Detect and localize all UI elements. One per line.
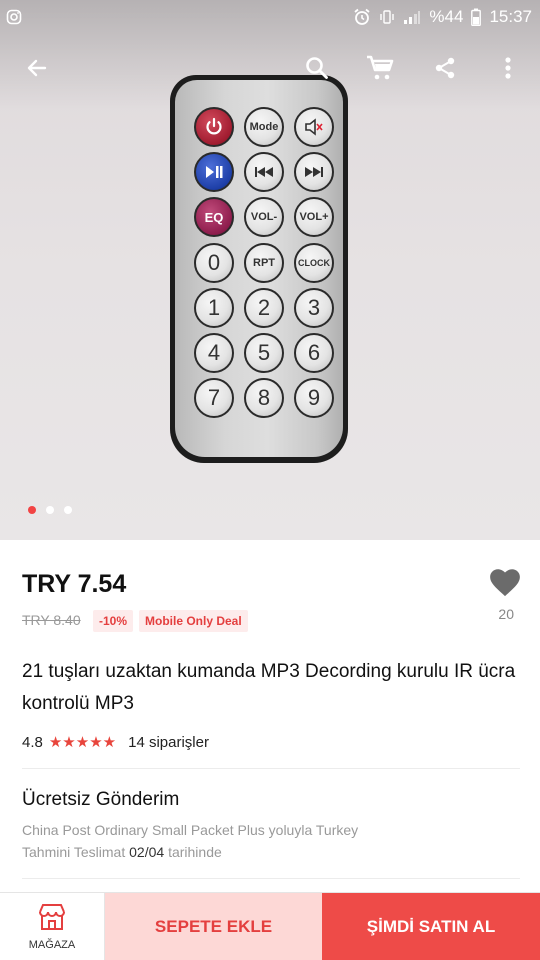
back-arrow-icon[interactable] bbox=[19, 50, 55, 86]
gallery-dot[interactable] bbox=[64, 506, 72, 514]
buy-now-button[interactable]: ŞİMDİ SATIN AL bbox=[322, 893, 540, 960]
eta-prefix: Tahmini Teslimat bbox=[22, 844, 126, 860]
remote-7-graphic: 7 bbox=[194, 378, 234, 418]
share-icon[interactable] bbox=[427, 50, 463, 86]
eta-suffix: tarihinde bbox=[168, 844, 222, 860]
remote-5-graphic: 5 bbox=[244, 333, 284, 373]
remote-vol-up-graphic: VOL+ bbox=[294, 197, 334, 237]
vibrate-icon bbox=[379, 9, 395, 25]
remote-1-graphic: 1 bbox=[194, 288, 234, 328]
remote-clock-graphic: CLOCK bbox=[294, 243, 334, 283]
rating-stars-icon: ★★★★★ bbox=[48, 734, 117, 751]
eta-date: 02/04 bbox=[129, 844, 165, 860]
remote-2-graphic: 2 bbox=[244, 288, 284, 328]
clock-time: 15:37 bbox=[489, 7, 532, 26]
remote-eq-graphic: EQ bbox=[194, 197, 234, 237]
wishlist-count: 20 bbox=[498, 606, 514, 622]
search-icon[interactable] bbox=[299, 50, 335, 86]
remote-8-graphic: 8 bbox=[244, 378, 284, 418]
top-nav bbox=[0, 44, 540, 92]
gallery-dot-active[interactable] bbox=[28, 506, 36, 514]
remote-rpt-graphic: RPT bbox=[244, 243, 284, 283]
divider bbox=[22, 878, 520, 879]
add-to-cart-button[interactable]: SEPETE EKLE bbox=[105, 893, 322, 960]
product-title: 21 tuşları uzaktan kumanda MP3 Decording… bbox=[22, 661, 516, 714]
store-button[interactable]: MAĞAZA bbox=[0, 893, 105, 960]
remote-power-button-graphic bbox=[194, 107, 234, 147]
shipping-method: China Post Ordinary Small Packet Plus yo… bbox=[22, 822, 359, 838]
signal-icon bbox=[403, 9, 421, 25]
alarm-icon bbox=[353, 8, 371, 26]
shipping-eta: Tahmini Teslimat 02/04 tarihinde bbox=[22, 844, 222, 860]
instagram-icon bbox=[6, 9, 22, 25]
original-price: TRY 8.40 bbox=[22, 612, 81, 628]
shipping-title[interactable]: Ücretsiz Gönderim bbox=[22, 789, 179, 811]
remote-next-graphic bbox=[294, 152, 334, 192]
remote-vol-down-graphic: VOL- bbox=[244, 197, 284, 237]
status-bar: %44 15:37 bbox=[0, 0, 540, 34]
product-price: TRY 7.54 bbox=[22, 570, 127, 598]
remote-0-graphic: 0 bbox=[194, 243, 234, 283]
cart-icon[interactable] bbox=[362, 50, 398, 86]
store-icon bbox=[37, 903, 67, 936]
remote-mute-graphic bbox=[294, 107, 334, 147]
remote-4-graphic: 4 bbox=[194, 333, 234, 373]
battery-icon bbox=[471, 8, 482, 26]
remote-6-graphic: 6 bbox=[294, 333, 334, 373]
remote-mode-graphic: Mode bbox=[244, 107, 284, 147]
discount-badge: -10% bbox=[93, 610, 134, 632]
store-label: MAĞAZA bbox=[28, 939, 76, 951]
remote-9-graphic: 9 bbox=[294, 378, 334, 418]
remote-3-graphic: 3 bbox=[294, 288, 334, 328]
divider bbox=[22, 768, 520, 769]
wishlist-heart-icon[interactable] bbox=[488, 566, 522, 600]
remote-prev-graphic bbox=[244, 152, 284, 192]
order-count: 14 siparişler bbox=[128, 733, 209, 751]
battery-percent: %44 bbox=[429, 7, 464, 26]
product-image-remote: Mode EQ VOL- VOL+ 0 RPT CLOCK 1 2 3 4 5 … bbox=[170, 75, 348, 463]
rating-value: 4.8 bbox=[22, 733, 43, 751]
gallery-pagination bbox=[28, 506, 72, 514]
mobile-deal-badge: Mobile Only Deal bbox=[139, 610, 248, 632]
rating-row[interactable]: 4.8 ★★★★★ 14 siparişler bbox=[22, 733, 209, 752]
remote-play-pause-graphic bbox=[194, 152, 234, 192]
more-vert-icon[interactable] bbox=[490, 50, 526, 86]
gallery-dot[interactable] bbox=[46, 506, 54, 514]
bottom-action-bar: MAĞAZA SEPETE EKLE ŞİMDİ SATIN AL bbox=[0, 892, 540, 960]
